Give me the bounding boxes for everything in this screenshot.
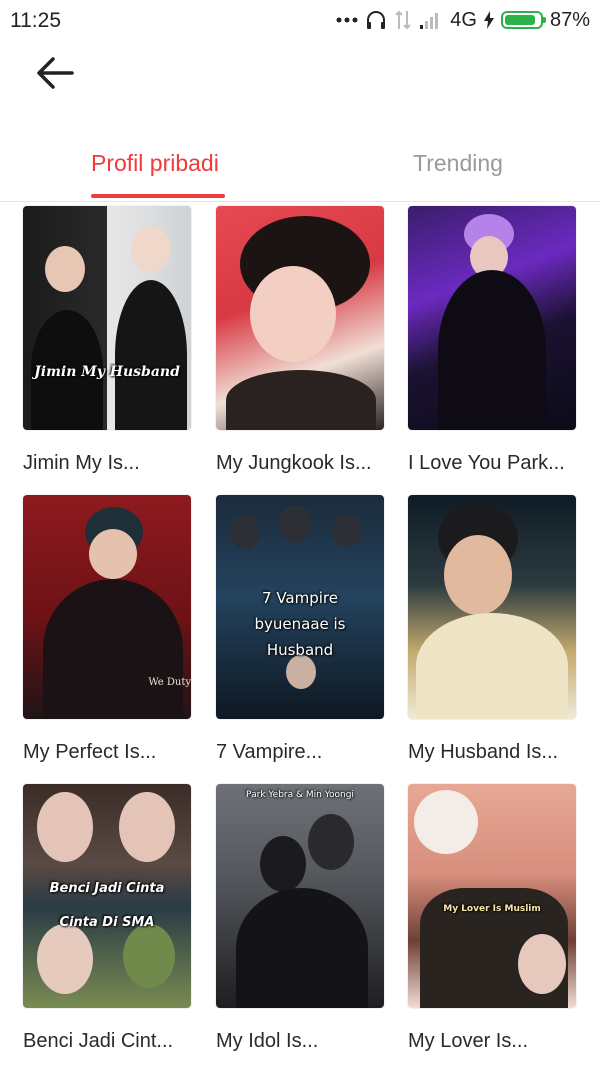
book-card[interactable]: 7 Vampire byuenaae is Husband 7 Vampire.… <box>216 495 384 764</box>
book-title: 7 Vampire... <box>216 741 323 763</box>
book-title: My Lover Is... <box>408 1030 529 1052</box>
status-time: 11:25 <box>10 9 61 32</box>
tab-profil-pribadi[interactable]: Profil pribadi <box>91 150 219 177</box>
charging-icon <box>483 11 494 29</box>
cover-title-text: Benci Jadi Cinta Cinta Di SMA <box>49 881 165 930</box>
tab-trending[interactable]: Trending <box>413 150 503 177</box>
battery-percent: 87% <box>549 8 590 31</box>
back-button[interactable] <box>32 50 78 96</box>
book-title: My Husband Is... <box>408 741 559 763</box>
tab-bar: Profil pribadi Trending <box>0 130 600 202</box>
cover-title-text: 7 Vampire byuenaae is Husband <box>254 589 346 659</box>
book-cover[interactable] <box>216 206 384 430</box>
signal-icon <box>419 10 443 30</box>
book-cover[interactable]: 7 Vampire byuenaae is Husband <box>216 495 384 719</box>
status-icons: 4G 87% <box>336 6 590 34</box>
book-cover[interactable]: Benci Jadi Cinta Cinta Di SMA <box>23 784 191 1008</box>
battery-icon <box>500 11 546 29</box>
book-cover[interactable]: Jimin My Husband <box>23 206 191 430</box>
book-title: My Idol Is... <box>216 1030 319 1052</box>
status-bar: 11:25 4G 87% <box>0 0 600 40</box>
data-transfer-icon <box>394 9 412 31</box>
arrow-left-icon <box>37 57 74 89</box>
book-card[interactable]: We Duty My Perfect Is... <box>23 495 191 764</box>
cover-title-text: Park Yebra & Min Yoongi <box>246 790 354 800</box>
book-card[interactable]: Benci Jadi Cinta Cinta Di SMA Benci Jadi… <box>23 784 191 1053</box>
book-card[interactable]: Park Yebra & Min Yoongi My Idol Is... <box>216 784 384 1053</box>
book-cover[interactable]: Park Yebra & Min Yoongi <box>216 784 384 1008</box>
book-cover[interactable] <box>408 495 576 719</box>
book-card[interactable]: Jimin My Husband Jimin My Is... <box>23 206 191 475</box>
more-dots-icon <box>336 16 358 24</box>
book-cover[interactable]: We Duty <box>23 495 191 719</box>
book-title: Jimin My Is... <box>23 452 140 474</box>
book-title: My Perfect Is... <box>23 741 157 763</box>
cover-title-text: My Lover Is Muslim <box>443 904 541 914</box>
book-card[interactable]: I Love You Park... <box>408 206 576 475</box>
book-cover[interactable] <box>408 206 576 430</box>
active-tab-indicator <box>91 194 225 198</box>
network-type: 4G <box>450 8 477 31</box>
book-title: I Love You Park... <box>408 452 565 474</box>
book-card[interactable]: My Husband Is... <box>408 495 576 764</box>
book-cover[interactable]: My Lover Is Muslim <box>408 784 576 1008</box>
battery-level <box>504 15 535 25</box>
book-title: My Jungkook Is... <box>216 452 372 474</box>
book-title: Benci Jadi Cint... <box>23 1030 174 1052</box>
cover-title-text: We Duty <box>148 677 191 688</box>
cover-title-text: Jimin My Husband <box>34 364 180 380</box>
book-card[interactable]: My Jungkook Is... <box>216 206 384 475</box>
headphones-icon <box>365 9 387 31</box>
book-card[interactable]: My Lover Is Muslim My Lover Is... <box>408 784 576 1053</box>
